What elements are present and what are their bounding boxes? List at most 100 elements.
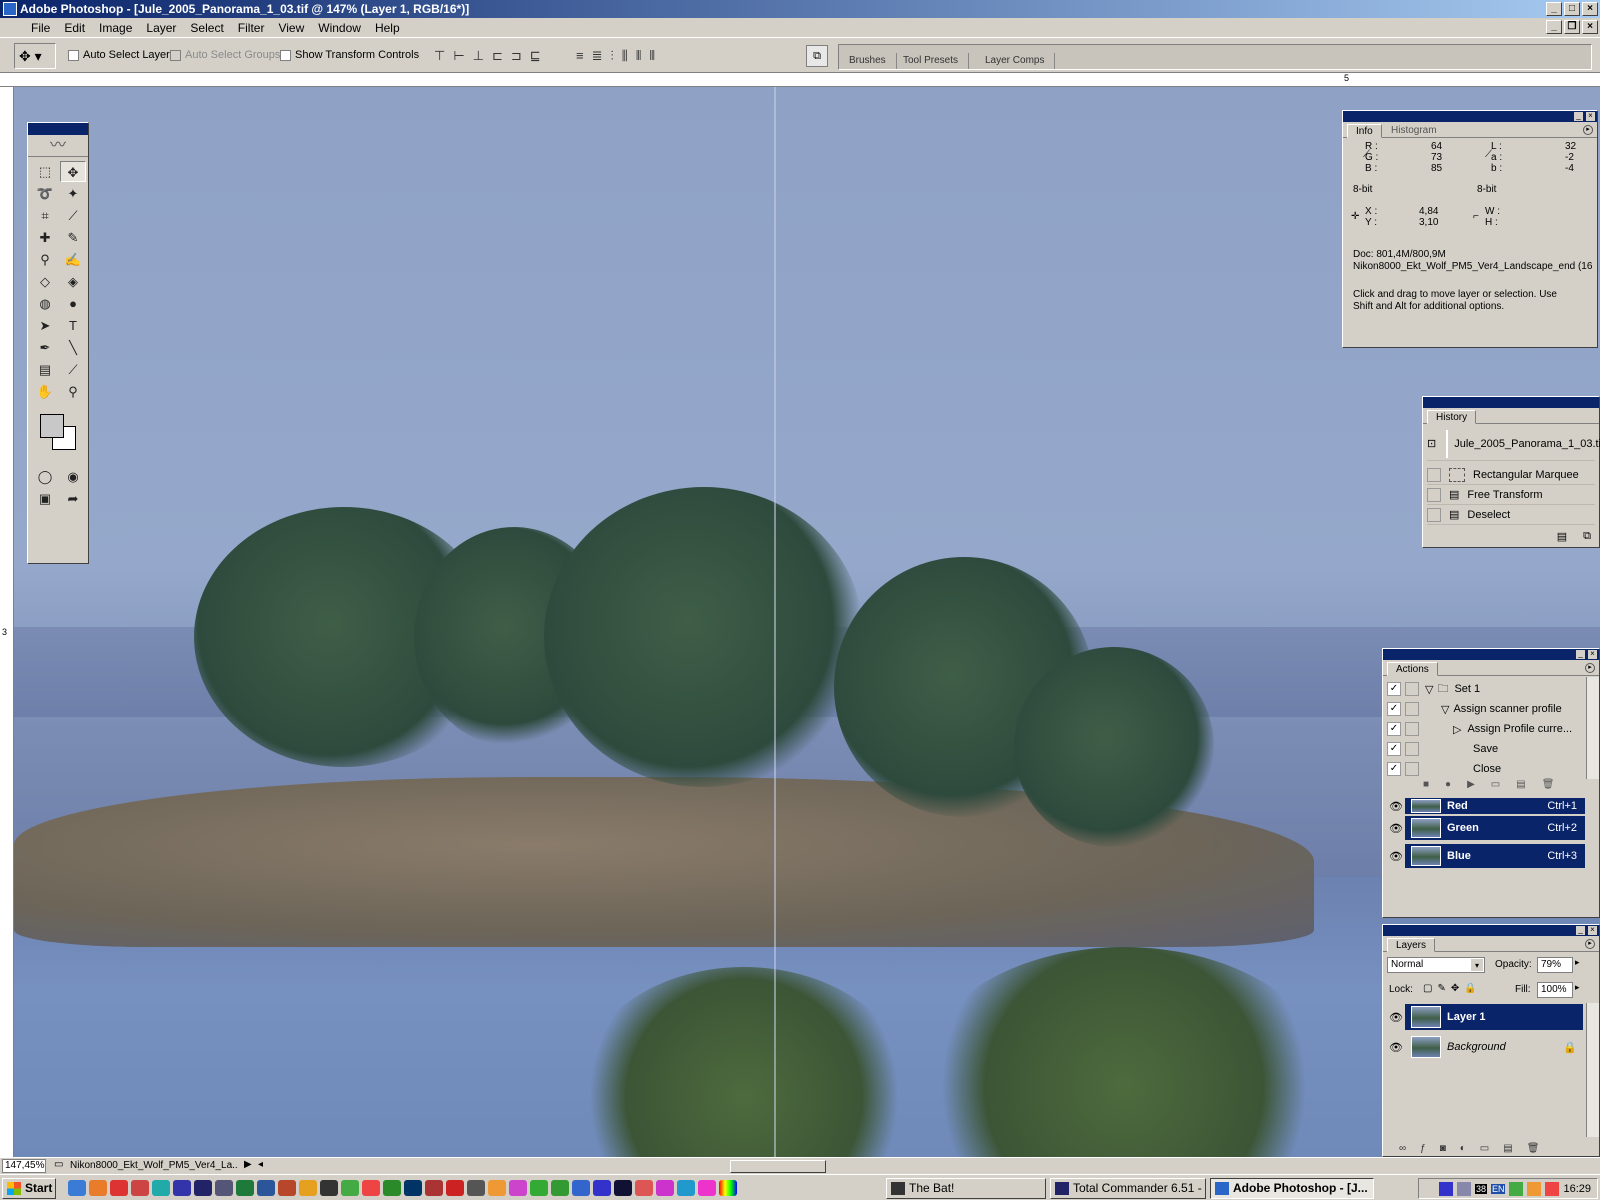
app-icon[interactable] (719, 1180, 737, 1196)
stop-icon[interactable]: ■ (1423, 779, 1429, 790)
well-tab-tool-presets[interactable]: Tool Presets (893, 53, 970, 69)
channel-row-green[interactable]: 👁 Green Ctrl+2 (1387, 815, 1585, 841)
layer-row-background[interactable]: 👁 Background 🔒 (1387, 1033, 1583, 1061)
layers-panel-titlebar[interactable]: _ × (1383, 925, 1599, 936)
actions-panel-titlebar[interactable]: _ × (1383, 649, 1599, 660)
taskbar-button-photoshop[interactable]: Adobe Photoshop - [J... (1210, 1178, 1374, 1199)
lock-all-icon[interactable]: 🔒 (1464, 983, 1476, 994)
app-icon[interactable] (173, 1180, 191, 1196)
show-transform-controls-checkbox[interactable]: Show Transform Controls (280, 49, 419, 61)
paint-bucket-tool-icon[interactable]: ◈ (60, 271, 86, 292)
language-indicator[interactable]: EN (1490, 1183, 1506, 1194)
app-icon[interactable] (425, 1180, 443, 1196)
menu-image[interactable]: Image (92, 21, 139, 35)
standard-mode-icon[interactable]: ◯ (32, 466, 58, 487)
taskbar-button-total-commander[interactable]: Total Commander 6.51 - ... (1050, 1178, 1206, 1199)
adjustment-layer-icon[interactable]: ◐ (1460, 1143, 1466, 1154)
blur-tool-icon[interactable]: ◍ (32, 293, 58, 314)
app-icon[interactable] (572, 1180, 590, 1196)
jump-to-imageready-icon[interactable]: ➦ (60, 488, 86, 509)
history-item[interactable]: ▤ Free Transform (1427, 485, 1595, 505)
well-tab-layer-comps[interactable]: Layer Comps (975, 53, 1056, 69)
well-tab-brushes[interactable]: Brushes (839, 53, 897, 69)
menu-file[interactable]: File (24, 21, 57, 35)
eyedropper-tool-icon[interactable]: ⟋ (60, 359, 86, 380)
tab-histogram[interactable]: Histogram (1383, 124, 1445, 138)
history-brush-source-icon[interactable]: ⊡ (1427, 437, 1436, 450)
info-panel-titlebar[interactable]: _ × (1343, 111, 1597, 122)
lasso-tool-icon[interactable]: ➰ (32, 183, 58, 204)
distribute-right-icon[interactable]: ⫴ (649, 48, 654, 64)
align-top-icon[interactable]: ⊤ (434, 48, 445, 64)
menu-window[interactable]: Window (311, 21, 368, 35)
quick-mask-mode-icon[interactable]: ◉ (60, 466, 86, 487)
app-icon[interactable] (530, 1180, 548, 1196)
action-toggle-checkbox[interactable]: ✓ (1387, 742, 1401, 756)
action-row[interactable]: ✓ Close (1387, 759, 1583, 779)
align-vcenter-icon[interactable]: ⊢ (453, 48, 464, 64)
eye-icon[interactable]: 👁 (1387, 850, 1405, 863)
app-icon[interactable] (362, 1180, 380, 1196)
new-set-icon[interactable]: ▭ (1491, 779, 1500, 790)
maximize-button[interactable]: □ (1564, 2, 1580, 16)
filezilla-icon[interactable] (446, 1180, 464, 1196)
tab-history[interactable]: History (1427, 410, 1477, 424)
clone-stamp-tool-icon[interactable]: ⚲ (32, 249, 58, 270)
action-toggle-checkbox[interactable]: ✓ (1387, 722, 1401, 736)
vertical-ruler[interactable]: 3 (0, 87, 14, 1157)
hand-tool-icon[interactable]: ✋ (32, 381, 58, 402)
panel-close-icon[interactable]: × (1588, 650, 1597, 659)
tray-app-icon[interactable] (1545, 1181, 1560, 1196)
action-toggle-checkbox[interactable]: ✓ (1387, 762, 1401, 776)
auto-select-groups-box[interactable] (170, 49, 181, 61)
tray-app-icon[interactable] (1456, 1181, 1471, 1196)
app-icon[interactable] (320, 1180, 338, 1196)
align-hcenter-icon[interactable]: ⊐ (511, 48, 522, 64)
panel-minimize-icon[interactable]: _ (1576, 650, 1585, 659)
menu-view[interactable]: View (271, 21, 311, 35)
eye-icon[interactable]: 👁 (1387, 800, 1405, 813)
screen-mode-icon[interactable]: ▣ (32, 488, 58, 509)
action-toggle-checkbox[interactable]: ✓ (1387, 702, 1401, 716)
history-panel-titlebar[interactable] (1423, 397, 1599, 408)
distribute-hcenter-icon[interactable]: ⦀ (636, 48, 642, 64)
tab-info[interactable]: Info (1347, 124, 1382, 138)
photoshop-app-icon[interactable] (3, 2, 17, 16)
opacity-input[interactable]: 79% (1537, 957, 1573, 973)
action-row[interactable]: ✓ ▽ Assign scanner profile (1387, 699, 1583, 719)
delete-action-icon[interactable]: 🗑 (1542, 779, 1555, 790)
history-brush-tool-icon[interactable]: ✍ (60, 249, 86, 270)
healing-brush-tool-icon[interactable]: ✚ (32, 227, 58, 248)
history-snapshot[interactable]: ⊡ Jule_2005_Panorama_1_03.tif (1427, 427, 1600, 461)
new-group-icon[interactable]: ▭ (1480, 1143, 1489, 1154)
app-icon[interactable] (593, 1180, 611, 1196)
app-icon[interactable] (677, 1180, 695, 1196)
opacity-slider-arrow-icon[interactable]: ▸ (1575, 957, 1580, 968)
acrobat-icon[interactable] (110, 1180, 128, 1196)
app-icon[interactable] (152, 1180, 170, 1196)
distribute-top-icon[interactable]: ≡ (576, 48, 584, 64)
status-menu-arrow-icon[interactable]: ▶ (244, 1159, 252, 1170)
app-icon[interactable] (383, 1180, 401, 1196)
tray-app-icon[interactable] (1527, 1181, 1542, 1196)
app-icon[interactable] (278, 1180, 296, 1196)
slice-tool-icon[interactable]: ⟋ (60, 205, 86, 226)
fill-slider-arrow-icon[interactable]: ▸ (1575, 982, 1580, 993)
layer-row-layer-1[interactable]: 👁 Layer 1 (1387, 1003, 1583, 1031)
eye-icon[interactable]: 👁 (1387, 1041, 1405, 1054)
tool-preset-picker[interactable]: ✥ ▾ (14, 43, 56, 69)
align-bottom-icon[interactable]: ⊥ (473, 48, 484, 64)
history-source-box[interactable] (1427, 467, 1441, 482)
panel-close-icon[interactable]: × (1586, 112, 1595, 121)
menu-layer[interactable]: Layer (139, 21, 183, 35)
taskbar-button-the-bat[interactable]: The Bat! (886, 1178, 1046, 1199)
pen-tool-icon[interactable]: ✒ (32, 337, 58, 358)
show-transform-controls-box[interactable] (280, 49, 291, 61)
delete-layer-icon[interactable]: 🗑 (1527, 1143, 1540, 1154)
distribute-vcenter-icon[interactable]: ≣ (592, 48, 603, 64)
history-source-box[interactable] (1427, 487, 1441, 502)
action-dialog-toggle[interactable] (1405, 682, 1419, 696)
history-item[interactable]: Rectangular Marquee (1427, 465, 1595, 485)
adobe-feather-icon[interactable]: 〰 (28, 135, 88, 157)
line-tool-icon[interactable]: ╲ (60, 337, 86, 358)
